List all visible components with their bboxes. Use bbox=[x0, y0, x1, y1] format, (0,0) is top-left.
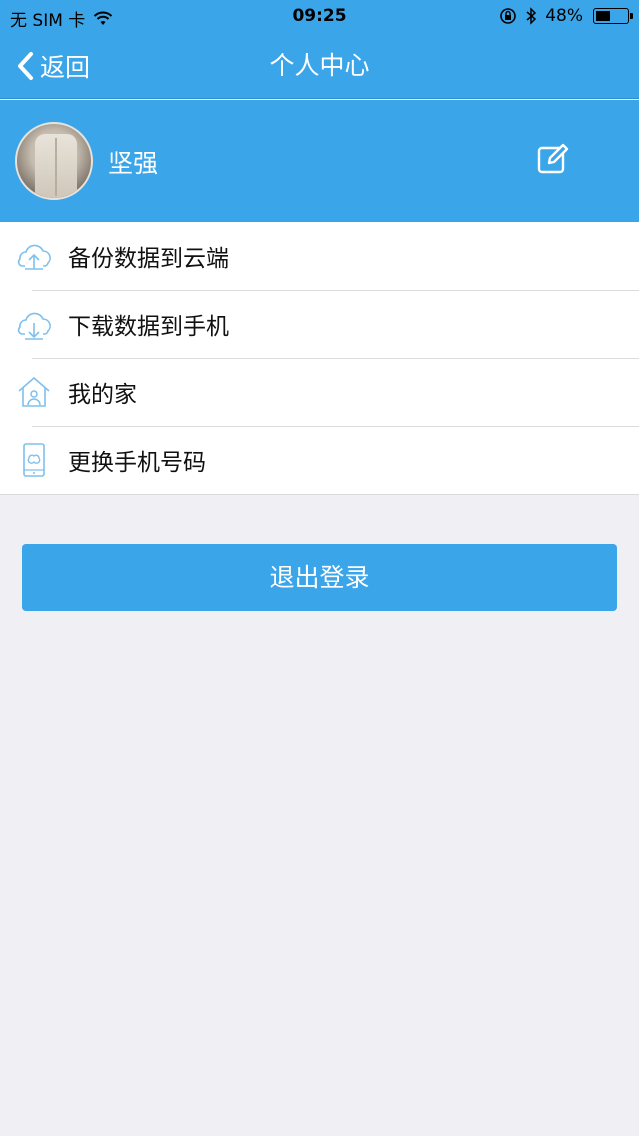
username: 坚强 bbox=[108, 149, 159, 178]
nav-bar: 返回 个人中心 bbox=[0, 33, 639, 99]
bluetooth-icon bbox=[526, 7, 537, 25]
menu-item-label: 我的家 bbox=[68, 382, 137, 408]
back-label: 返回 bbox=[40, 53, 91, 82]
menu-list: 备份数据到云端 下载数据到手机 我的家 更换手机号码 bbox=[0, 222, 639, 495]
home-icon bbox=[18, 377, 50, 407]
avatar[interactable] bbox=[15, 122, 93, 200]
battery-percent: 48% bbox=[545, 6, 583, 26]
logout-button[interactable]: 退出登录 bbox=[22, 544, 617, 611]
menu-item-label: 下载数据到手机 bbox=[68, 314, 229, 340]
menu-item-label: 备份数据到云端 bbox=[68, 246, 229, 272]
avatar-photo bbox=[35, 134, 77, 198]
page-title: 个人中心 bbox=[269, 51, 370, 80]
phone-icon bbox=[23, 443, 45, 477]
menu-item-my-home[interactable]: 我的家 bbox=[0, 358, 639, 426]
status-right: 48% bbox=[499, 6, 633, 26]
menu-item-backup[interactable]: 备份数据到云端 bbox=[0, 222, 639, 290]
chevron-left-icon bbox=[18, 52, 33, 80]
battery-icon bbox=[593, 8, 633, 24]
rotation-lock-icon bbox=[500, 8, 517, 24]
status-bar: 无 SIM 卡 09:25 48% bbox=[0, 0, 639, 33]
edit-icon[interactable] bbox=[536, 142, 570, 176]
cloud-upload-icon bbox=[17, 244, 51, 270]
cloud-download-icon bbox=[17, 312, 51, 340]
menu-item-change-phone[interactable]: 更换手机号码 bbox=[0, 426, 639, 494]
menu-item-label: 更换手机号码 bbox=[68, 450, 206, 476]
battery-fill bbox=[596, 11, 610, 21]
back-button[interactable]: 返回 bbox=[16, 33, 90, 99]
menu-item-download[interactable]: 下载数据到手机 bbox=[0, 290, 639, 358]
